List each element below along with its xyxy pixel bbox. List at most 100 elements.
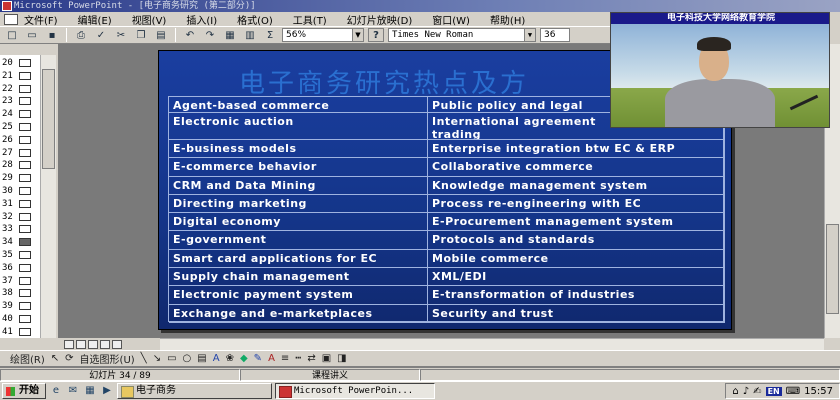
- menu-help[interactable]: 帮助(H): [490, 12, 525, 27]
- table-cell: Directing marketing: [169, 194, 428, 214]
- autoshape-menu[interactable]: 自选图形(U): [80, 351, 135, 366]
- table-cell: Mobile commerce: [428, 249, 725, 269]
- standard-toolbar: □ ▭ ▪ ⎙ ✓ ✂ ❐ ▤ ↶ ↷ ▦ ▥ Σ 56% ▼ ? Times N…: [0, 26, 610, 44]
- wordart-icon[interactable]: A: [213, 353, 220, 364]
- font-size-combo[interactable]: 36: [540, 28, 570, 42]
- view-buttons: [58, 338, 158, 350]
- horizontal-scrollbar[interactable]: [160, 338, 824, 350]
- oval-icon[interactable]: ○: [183, 353, 192, 364]
- save-icon[interactable]: ▪: [44, 28, 60, 42]
- menu-tools[interactable]: 工具(T): [293, 12, 327, 27]
- outline-view-icon[interactable]: [76, 339, 86, 349]
- start-button[interactable]: 开始: [2, 383, 46, 399]
- document-icon: [4, 13, 18, 25]
- slide-icon: [19, 263, 31, 272]
- table-cell: Smart card applications for EC: [169, 249, 428, 269]
- arrow-icon[interactable]: ↘: [153, 353, 161, 364]
- 3d-icon[interactable]: ◨: [337, 353, 346, 364]
- help-icon[interactable]: ?: [368, 28, 384, 42]
- table-cell: Electronic payment system: [169, 286, 428, 305]
- menu-insert[interactable]: 插入(I): [186, 12, 217, 27]
- sorter-view-icon[interactable]: [100, 339, 110, 349]
- slide-icon: [19, 161, 31, 170]
- desktop-icon[interactable]: ▦: [83, 384, 97, 398]
- media-icon[interactable]: ▶: [100, 384, 114, 398]
- chevron-down-icon[interactable]: ▼: [524, 29, 535, 41]
- topics-table[interactable]: Agent-based commerce Public policy and l…: [168, 96, 725, 323]
- textbox-icon[interactable]: ▤: [197, 353, 206, 364]
- table-cell: E-Procurement management system: [428, 213, 725, 232]
- table-icon[interactable]: ▦: [222, 28, 238, 42]
- slide-counter: 幻灯片 34 / 89: [0, 368, 240, 381]
- slide-icon: [19, 289, 31, 298]
- arrow-style-icon[interactable]: ⇄: [307, 353, 315, 364]
- webcam-overlay: 电子科技大学网络教育学院: [610, 12, 830, 128]
- line-icon[interactable]: ╲: [141, 353, 147, 364]
- open-icon[interactable]: ▭: [24, 28, 40, 42]
- table-cell: Exchange and e-marketplaces: [169, 304, 428, 323]
- copy-icon[interactable]: ❐: [133, 28, 149, 42]
- ime-icon[interactable]: ⌨: [786, 386, 800, 397]
- slide-icon: [19, 110, 31, 119]
- menu-edit[interactable]: 编辑(E): [78, 12, 112, 27]
- volume-icon[interactable]: ♪: [743, 386, 749, 397]
- slide-icon: [19, 84, 31, 93]
- outline-scrollbar[interactable]: [40, 55, 56, 338]
- taskbar-folder[interactable]: 电子商务: [117, 383, 272, 399]
- chevron-down-icon[interactable]: ▼: [352, 29, 363, 41]
- shadow-icon[interactable]: ▣: [322, 353, 331, 364]
- menu-file[interactable]: 文件(F): [24, 12, 58, 27]
- network-icon[interactable]: ⌂: [732, 386, 738, 397]
- table-cell: E-transformation of industries: [428, 286, 725, 305]
- input-icon[interactable]: ✍: [753, 386, 761, 397]
- slideshow-icon[interactable]: [112, 339, 122, 349]
- redo-icon[interactable]: ↷: [202, 28, 218, 42]
- line-style-icon[interactable]: ≡: [281, 353, 289, 364]
- slide-icon: [19, 199, 31, 208]
- font-color-icon[interactable]: A: [268, 353, 275, 364]
- scroll-thumb[interactable]: [826, 224, 839, 314]
- taskbar-powerpoint[interactable]: Microsoft PowerPoin...: [275, 383, 435, 399]
- window-titlebar: Microsoft PowerPoint - [电子商务研究 (第二部分)]: [0, 0, 840, 12]
- rotate-icon[interactable]: ⟳: [65, 353, 73, 364]
- sum-icon[interactable]: Σ: [262, 28, 278, 42]
- undo-icon[interactable]: ↶: [182, 28, 198, 42]
- slide-icon: [19, 174, 31, 183]
- clipart-icon[interactable]: ❀: [226, 353, 234, 364]
- dash-style-icon[interactable]: ┅: [295, 353, 301, 364]
- paste-icon[interactable]: ▤: [153, 28, 169, 42]
- fill-color-icon[interactable]: ◆: [240, 353, 248, 364]
- select-pointer-icon[interactable]: ↖: [51, 353, 59, 364]
- slide-icon: [19, 135, 31, 144]
- print-icon[interactable]: ⎙: [73, 28, 89, 42]
- slide-icon: [19, 225, 31, 234]
- font-name-combo[interactable]: Times New Roman ▼: [388, 28, 536, 42]
- taskbar: 开始 e ✉ ▦ ▶ 电子商务 Microsoft PowerPoin... ⌂…: [0, 381, 840, 400]
- clock[interactable]: 15:57: [804, 386, 833, 397]
- menu-window[interactable]: 窗口(W): [432, 12, 470, 27]
- cut-icon[interactable]: ✂: [113, 28, 129, 42]
- slide-view-icon[interactable]: [88, 339, 98, 349]
- menu-view[interactable]: 视图(V): [132, 12, 167, 27]
- menu-format[interactable]: 格式(O): [237, 12, 273, 27]
- draw-menu[interactable]: 绘图(R): [10, 351, 45, 366]
- line-color-icon[interactable]: ✎: [254, 353, 262, 364]
- scroll-thumb[interactable]: [42, 69, 55, 169]
- ie-icon[interactable]: e: [49, 384, 63, 398]
- chart-icon[interactable]: ▥: [242, 28, 258, 42]
- table-cell: Digital economy: [169, 213, 428, 232]
- spell-icon[interactable]: ✓: [93, 28, 109, 42]
- menu-slideshow[interactable]: 幻灯片放映(D): [347, 12, 413, 27]
- rectangle-icon[interactable]: ▭: [167, 353, 176, 364]
- language-indicator[interactable]: EN: [765, 386, 782, 396]
- presenter-figure: [665, 79, 775, 127]
- zoom-combo[interactable]: 56% ▼: [282, 28, 364, 42]
- table-cell: E-business models: [169, 140, 428, 159]
- table-cell: Process re-engineering with EC: [428, 194, 725, 214]
- table-cell: E-government: [169, 231, 428, 250]
- new-icon[interactable]: □: [4, 28, 20, 42]
- outlook-icon[interactable]: ✉: [66, 384, 80, 398]
- system-tray: ⌂ ♪ ✍ EN ⌨ 15:57: [725, 383, 840, 399]
- normal-view-icon[interactable]: [64, 339, 74, 349]
- webcam-caption: 电子科技大学网络教育学院: [611, 13, 829, 24]
